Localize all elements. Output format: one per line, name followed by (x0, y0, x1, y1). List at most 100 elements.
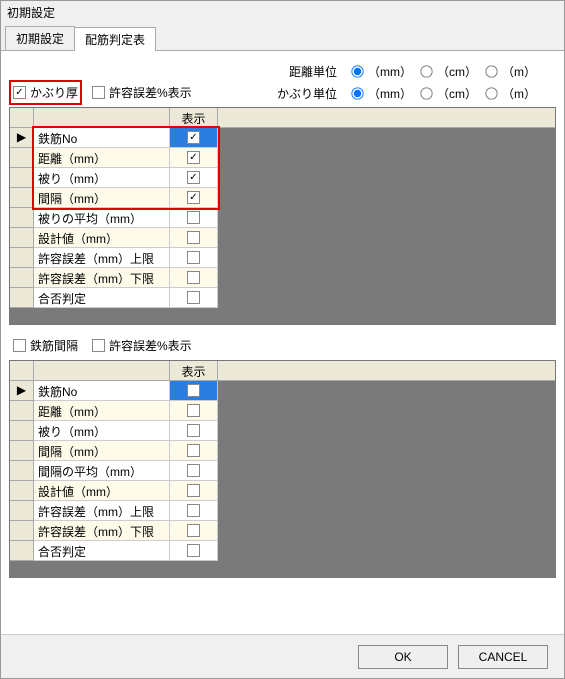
row-display-cell[interactable] (170, 168, 218, 188)
table-row[interactable]: 距離（mm） (10, 148, 555, 168)
row-display-checkbox[interactable] (187, 171, 200, 184)
row-selector[interactable] (10, 501, 34, 521)
row-display-cell[interactable] (170, 401, 218, 421)
tab-rebar-table[interactable]: 配筋判定表 (74, 27, 156, 51)
grid-header-name (34, 108, 170, 128)
row-name: 設計値（mm） (34, 228, 170, 248)
cover-unit-cm[interactable]: （cm） (420, 85, 477, 102)
check-tolerance-lower[interactable]: 許容誤差%表示 (92, 337, 192, 354)
row-display-cell[interactable] (170, 228, 218, 248)
row-display-checkbox[interactable] (187, 211, 200, 224)
row-display-cell[interactable] (170, 501, 218, 521)
check-spacing-box[interactable] (13, 339, 26, 352)
table-row[interactable]: 合否判定 (10, 541, 555, 561)
distance-unit-cm[interactable]: （cm） (420, 63, 477, 80)
check-cover-box[interactable] (13, 86, 26, 99)
distance-unit-mm[interactable]: （mm） (351, 63, 412, 80)
row-display-checkbox[interactable] (187, 191, 200, 204)
lower-checks-row: 鉄筋間隔 許容誤差%表示 (9, 335, 556, 360)
check-tolerance-upper-box[interactable] (92, 86, 105, 99)
cover-unit-m[interactable]: （m） (485, 85, 536, 102)
table-row[interactable]: 許容誤差（mm）下限 (10, 268, 555, 288)
upper-grid[interactable]: 表示 ▶鉄筋No距離（mm）被り（mm）間隔（mm）被りの平均（mm）設計値（m… (9, 107, 556, 325)
table-row[interactable]: 許容誤差（mm）上限 (10, 248, 555, 268)
row-selector[interactable] (10, 461, 34, 481)
lower-grid[interactable]: 表示 ▶鉄筋No距離（mm）被り（mm）間隔（mm）間隔の平均（mm）設計値（m… (9, 360, 556, 578)
row-selector[interactable]: ▶ (10, 128, 34, 148)
row-display-checkbox[interactable] (187, 251, 200, 264)
row-display-checkbox[interactable] (187, 464, 200, 477)
ok-button[interactable]: OK (358, 645, 448, 669)
table-row[interactable]: 距離（mm） (10, 401, 555, 421)
row-display-cell[interactable] (170, 481, 218, 501)
row-display-cell[interactable] (170, 521, 218, 541)
table-row[interactable]: 被りの平均（mm） (10, 208, 555, 228)
row-display-checkbox[interactable] (187, 504, 200, 517)
table-row[interactable]: 設計値（mm） (10, 228, 555, 248)
cover-unit-mm[interactable]: （mm） (351, 85, 412, 102)
row-selector[interactable] (10, 208, 34, 228)
table-row[interactable]: 設計値（mm） (10, 481, 555, 501)
row-display-checkbox[interactable] (187, 291, 200, 304)
check-spacing[interactable]: 鉄筋間隔 (13, 337, 78, 354)
row-name: 許容誤差（mm）下限 (34, 521, 170, 541)
row-selector[interactable] (10, 188, 34, 208)
check-tolerance-upper[interactable]: 許容誤差%表示 (92, 84, 192, 101)
table-row[interactable]: 合否判定 (10, 288, 555, 308)
check-cover[interactable]: かぶり厚 (13, 84, 78, 101)
table-row[interactable]: ▶鉄筋No (10, 128, 555, 148)
row-display-checkbox[interactable] (187, 384, 200, 397)
row-display-cell[interactable] (170, 188, 218, 208)
row-selector[interactable] (10, 441, 34, 461)
table-row[interactable]: 被り（mm） (10, 168, 555, 188)
cancel-button[interactable]: CANCEL (458, 645, 548, 669)
row-display-checkbox[interactable] (187, 444, 200, 457)
row-display-checkbox[interactable] (187, 151, 200, 164)
row-display-cell[interactable] (170, 128, 218, 148)
table-row[interactable]: 間隔の平均（mm） (10, 461, 555, 481)
row-display-checkbox[interactable] (187, 424, 200, 437)
row-display-checkbox[interactable] (187, 231, 200, 244)
distance-unit-m[interactable]: （m） (485, 63, 536, 80)
row-selector[interactable] (10, 268, 34, 288)
row-display-cell[interactable] (170, 421, 218, 441)
tab-initial[interactable]: 初期設定 (5, 26, 75, 50)
row-display-checkbox[interactable] (187, 524, 200, 537)
check-tolerance-lower-box[interactable] (92, 339, 105, 352)
row-display-checkbox[interactable] (187, 484, 200, 497)
row-display-checkbox[interactable] (187, 131, 200, 144)
row-selector[interactable] (10, 248, 34, 268)
row-display-cell[interactable] (170, 208, 218, 228)
row-display-checkbox[interactable] (187, 271, 200, 284)
row-display-cell[interactable] (170, 288, 218, 308)
row-name: 間隔（mm） (34, 441, 170, 461)
row-selector[interactable] (10, 421, 34, 441)
table-row[interactable]: 許容誤差（mm）下限 (10, 521, 555, 541)
row-display-cell[interactable] (170, 381, 218, 401)
row-selector[interactable] (10, 521, 34, 541)
table-row[interactable]: 間隔（mm） (10, 441, 555, 461)
table-row[interactable]: 間隔（mm） (10, 188, 555, 208)
row-display-cell[interactable] (170, 248, 218, 268)
row-display-cell[interactable] (170, 148, 218, 168)
row-display-cell[interactable] (170, 268, 218, 288)
row-display-checkbox[interactable] (187, 544, 200, 557)
row-selector[interactable] (10, 481, 34, 501)
table-row[interactable]: ▶鉄筋No (10, 381, 555, 401)
row-selector[interactable] (10, 401, 34, 421)
row-name: 許容誤差（mm）上限 (34, 248, 170, 268)
row-selector[interactable] (10, 148, 34, 168)
row-display-cell[interactable] (170, 461, 218, 481)
row-selector[interactable] (10, 288, 34, 308)
table-row[interactable]: 被り（mm） (10, 421, 555, 441)
row-selector[interactable] (10, 541, 34, 561)
grid-header-display: 表示 (170, 108, 218, 128)
row-display-checkbox[interactable] (187, 404, 200, 417)
row-selector[interactable] (10, 168, 34, 188)
row-selector[interactable]: ▶ (10, 381, 34, 401)
row-display-cell[interactable] (170, 541, 218, 561)
row-display-cell[interactable] (170, 441, 218, 461)
table-row[interactable]: 許容誤差（mm）上限 (10, 501, 555, 521)
row-name: 許容誤差（mm）下限 (34, 268, 170, 288)
row-selector[interactable] (10, 228, 34, 248)
